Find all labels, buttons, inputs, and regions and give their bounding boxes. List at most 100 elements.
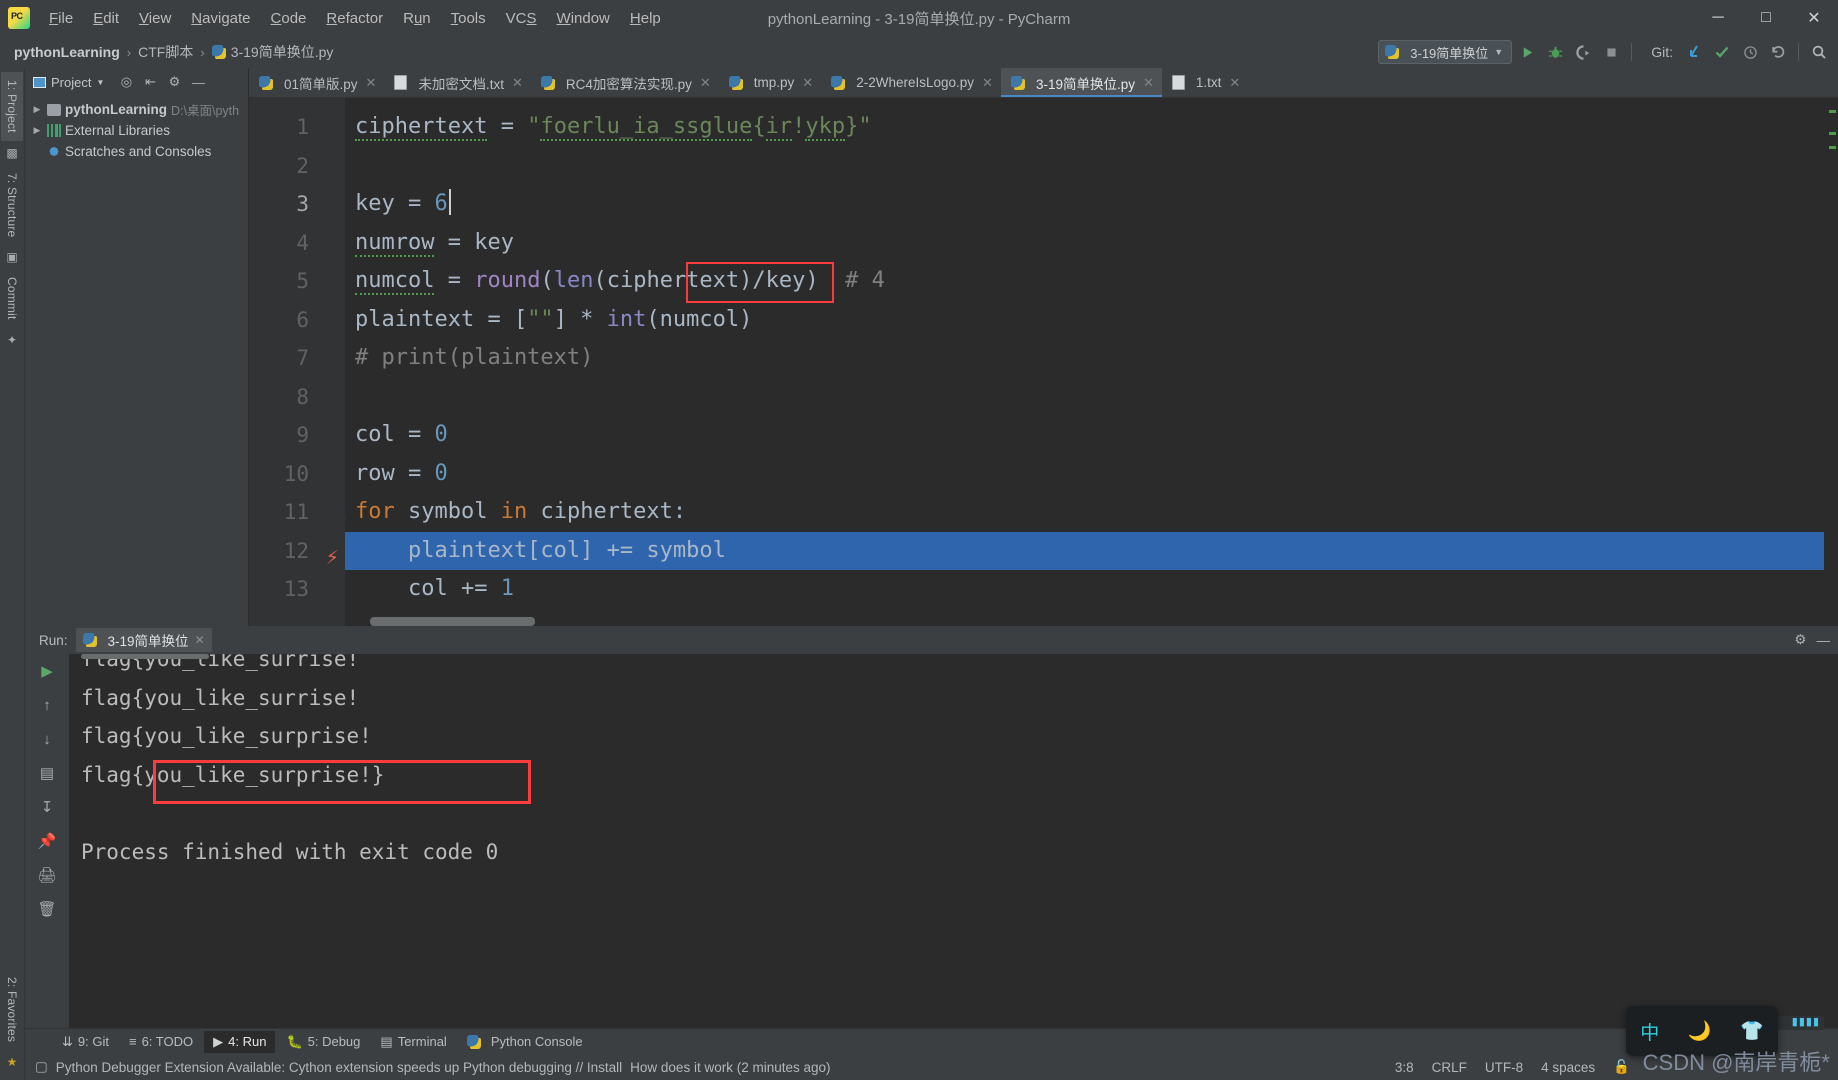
chevron-right-icon[interactable]: ▶ [31,104,43,115]
minimize-button[interactable]: ─ [1694,0,1742,36]
ime-popup[interactable]: 中 🌙 👕 [1626,1006,1778,1056]
breadcrumb-project[interactable]: pythonLearning [14,44,120,60]
close-icon[interactable]: ✕ [700,75,711,91]
git-commit-icon[interactable] [1709,39,1735,65]
close-button[interactable]: ✕ [1790,0,1838,36]
menu-vcs[interactable]: VCS [496,5,547,32]
menu-view[interactable]: View [129,5,181,32]
tree-item-scratches[interactable]: Scratches and Consoles [25,141,248,162]
editor-horizontal-scrollbar[interactable] [370,617,535,626]
code-editor[interactable]: 1 2 3 4 5 6 7 8 9 10 11 12 ⚡ 13 cipherte… [249,98,1838,626]
chevron-right-icon[interactable]: ▶ [31,125,43,136]
tab-terminal[interactable]: ▤ Terminal [371,1031,455,1053]
shirt-icon[interactable]: 👕 [1740,1019,1764,1043]
menu-edit[interactable]: Edit [83,5,129,32]
line-number: 10 [283,461,309,486]
tab-debug[interactable]: 🐛 5: Debug [277,1031,369,1053]
line-separator[interactable]: CRLF [1432,1060,1467,1075]
run-configuration-selector[interactable]: 3-19简单换位 ▼ [1378,40,1513,64]
editor-marker-rail[interactable] [1824,98,1838,626]
unlocked-icon[interactable]: 🔓 [1613,1059,1630,1075]
soft-wrap-icon[interactable]: ▤ [34,762,60,784]
tab-run[interactable]: ▶ 4: Run [204,1030,276,1053]
collapse-all-icon[interactable]: ⇤ [140,72,160,92]
line-number: 1 [296,115,309,139]
search-everywhere-icon[interactable] [1806,39,1832,65]
status-message[interactable]: ▢ Python Debugger Extension Available: C… [35,1059,831,1075]
tab-label: 6: TODO [141,1034,194,1049]
menu-refactor[interactable]: Refactor [316,5,393,32]
hide-icon[interactable]: — [1817,633,1831,648]
close-icon[interactable]: ✕ [982,75,993,91]
breadcrumb-file[interactable]: 3-19简单换位.py [211,42,333,62]
menu-navigate[interactable]: Navigate [181,5,260,32]
gear-icon[interactable]: ⚙ [1794,632,1806,648]
breadcrumb-folder[interactable]: CTF脚本 [138,42,193,62]
bottom-tool-tabs: ⇊ 9: Git ≡ 6: TODO ▶ 4: Run 🐛 5: Debug ▤ [25,1028,1838,1054]
close-icon[interactable]: ✕ [195,633,205,647]
menu-help[interactable]: Help [620,5,671,32]
project-title[interactable]: Project ▼ [33,75,104,90]
gear-icon[interactable]: ⚙ [164,72,184,92]
run-console-output[interactable]: flag{you_like_surrise! flag{you_like_sur… [69,654,1838,1028]
down-arrow-icon[interactable]: ↓ [34,728,60,750]
text-file-icon [394,75,408,90]
menu-code[interactable]: Code [261,5,317,32]
moon-icon[interactable]: 🌙 [1688,1019,1712,1043]
line-number: 13 [283,577,309,601]
run-session-tab[interactable]: 3-19简单换位 ✕ [75,628,212,652]
stop-icon[interactable] [1598,39,1624,65]
editor-tab-tmp[interactable]: tmp.py ✕ [719,68,821,97]
scroll-to-end-icon[interactable]: ↧ [34,796,60,818]
close-icon[interactable]: ✕ [366,75,377,91]
editor-tab-1txt[interactable]: 1.txt ✕ [1162,68,1248,97]
hide-icon[interactable]: — [188,72,208,92]
tree-item-external-libraries[interactable]: ▶ External Libraries [25,120,248,141]
editor-tab-rc4[interactable]: RC4加密算法实现.py ✕ [531,68,719,97]
git-update-icon[interactable] [1681,39,1707,65]
sidebar-item-favorites[interactable]: 2: Favorites [1,969,23,1050]
run-with-coverage-icon[interactable] [1570,39,1596,65]
menu-file[interactable]: File [39,5,83,32]
git-rollback-icon[interactable] [1765,39,1791,65]
python-console-icon [466,1034,481,1049]
line-number: 9 [296,423,309,447]
indent-setting[interactable]: 4 spaces [1541,1060,1595,1075]
editor-tab-3-19简单换位[interactable]: 3-19简单换位.py ✕ [1000,68,1162,97]
git-history-icon[interactable] [1737,39,1763,65]
sidebar-item-commit[interactable]: Commit [1,269,23,328]
clear-all-icon[interactable]: 🗑 [34,898,60,920]
line-number-gutter[interactable]: 1 2 3 4 5 6 7 8 9 10 11 12 ⚡ 13 [249,98,345,626]
editor-tab-whereislogo[interactable]: 2-2WhereIsLogo.py ✕ [821,68,1001,97]
ime-mode-label[interactable]: 中 [1640,1018,1659,1045]
close-icon[interactable]: ✕ [1143,75,1154,91]
menu-window[interactable]: Window [547,5,620,32]
print-icon[interactable]: 🖨 [34,864,60,886]
maximize-button[interactable]: □ [1742,0,1790,36]
close-icon[interactable]: ✕ [802,75,813,91]
close-icon[interactable]: ✕ [1229,75,1240,91]
run-icon[interactable] [1514,39,1540,65]
menu-tools[interactable]: Tools [441,5,496,32]
tab-todo[interactable]: ≡ 6: TODO [120,1031,202,1052]
caret-position[interactable]: 3:8 [1395,1060,1414,1075]
code-text[interactable]: ciphertext = "foerlu_ia_ssglue{ir!ykp}" … [345,98,1824,626]
rerun-icon[interactable]: ▶ [34,660,60,682]
editor-tab-01简单版[interactable]: 01简单版.py ✕ [249,68,384,97]
file-encoding[interactable]: UTF-8 [1485,1060,1523,1075]
library-icon [47,124,61,137]
tab-python-console[interactable]: Python Console [458,1031,592,1052]
debug-icon[interactable] [1542,39,1568,65]
menu-run[interactable]: Run [393,5,441,32]
console-horizontal-scrollbar[interactable] [81,654,209,659]
sidebar-item-structure[interactable]: 7: Structure [1,165,23,245]
close-icon[interactable]: ✕ [512,75,523,91]
editor-tab-label: 3-19简单换位.py [1035,76,1135,92]
tab-git[interactable]: ⇊ 9: Git [53,1031,118,1053]
sidebar-item-project[interactable]: 1: Project [1,72,23,141]
pin-icon[interactable]: 📌 [34,830,60,852]
locate-file-icon[interactable]: ◎ [116,72,136,92]
editor-tab-未加密文档[interactable]: 未加密文档.txt ✕ [384,68,530,97]
up-arrow-icon[interactable]: ↑ [34,694,60,716]
tree-item-pythonlearning[interactable]: ▶ pythonLearning D:\桌面\pyth [25,99,248,120]
